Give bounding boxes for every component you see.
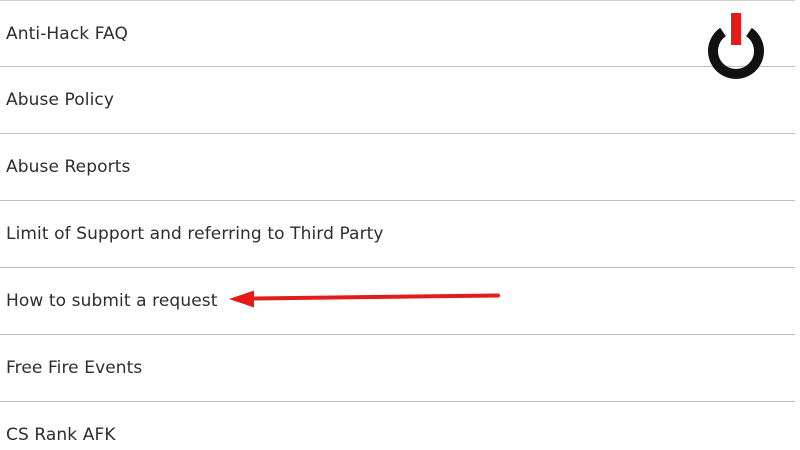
list-item-label[interactable]: How to submit a request xyxy=(6,291,217,311)
list-item-label[interactable]: CS Rank AFK xyxy=(6,425,116,445)
list-item-label[interactable]: Abuse Policy xyxy=(6,90,114,110)
power-icon xyxy=(708,13,764,79)
list-item-free-fire-events[interactable]: Free Fire Events xyxy=(0,335,795,402)
list-item-limit-of-support[interactable]: Limit of Support and referring to Third … xyxy=(0,201,795,268)
list-item-label[interactable]: Limit of Support and referring to Third … xyxy=(6,224,384,244)
list-item-label[interactable]: Free Fire Events xyxy=(6,358,142,378)
faq-page: Anti-Hack FAQ Abuse Policy Abuse Reports… xyxy=(0,0,800,450)
list-item-how-to-submit-request[interactable]: How to submit a request xyxy=(0,268,795,335)
list-item-abuse-reports[interactable]: Abuse Reports xyxy=(0,134,795,201)
list-item-abuse-policy[interactable]: Abuse Policy xyxy=(0,67,795,134)
article-list: Anti-Hack FAQ Abuse Policy Abuse Reports… xyxy=(0,0,795,450)
list-item-label[interactable]: Abuse Reports xyxy=(6,157,130,177)
list-item-label[interactable]: Anti-Hack FAQ xyxy=(6,24,128,44)
list-item-cs-rank-afk[interactable]: CS Rank AFK xyxy=(0,402,795,450)
list-item-anti-hack-faq[interactable]: Anti-Hack FAQ xyxy=(0,0,795,67)
